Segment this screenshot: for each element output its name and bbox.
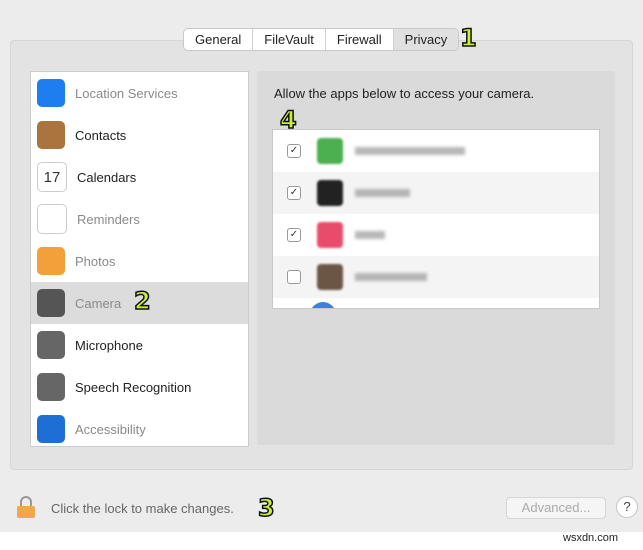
security-privacy-window: General FileVault Firewall Privacy Locat… xyxy=(0,0,643,532)
sidebar-item-label: Speech Recognition xyxy=(75,379,192,395)
app-row: ✓ xyxy=(273,130,599,172)
contacts-book-icon xyxy=(37,121,65,149)
app-name-redacted xyxy=(355,231,385,239)
sidebar-item-microphone[interactable]: Microphone xyxy=(31,324,248,366)
app-row xyxy=(273,256,599,298)
app-icon xyxy=(317,180,343,206)
camera-access-description: Allow the apps below to access your came… xyxy=(274,86,535,101)
sidebar-item-label: Photos xyxy=(75,253,116,269)
app-access-checkbox[interactable]: ✓ xyxy=(287,186,301,200)
sidebar-item-reminders[interactable]: Reminders xyxy=(31,198,248,240)
sidebar-item-label: Camera xyxy=(75,295,122,311)
lock-message: Click the lock to make changes. xyxy=(51,501,234,516)
app-icon xyxy=(317,138,343,164)
photos-flower-icon xyxy=(37,247,65,275)
sidebar-item-label: Accessibility xyxy=(75,421,146,437)
app-row: ✓ xyxy=(273,172,599,214)
tab-bar: General FileVault Firewall Privacy xyxy=(183,28,460,51)
app-row: ✓ xyxy=(273,214,599,256)
sidebar-item-accessibility[interactable]: Accessibility xyxy=(31,408,248,450)
tab-privacy[interactable]: Privacy xyxy=(393,29,459,50)
sidebar-item-calendars[interactable]: 17 Calendars xyxy=(31,156,248,198)
sidebar-item-label: Contacts xyxy=(75,127,127,143)
privacy-category-list: Location Services Contacts 17 Calendars Remi… xyxy=(30,71,249,447)
app-access-checkbox[interactable]: ✓ xyxy=(287,228,301,242)
app-name-redacted xyxy=(355,273,427,281)
watermark: wsxdn.com xyxy=(563,532,619,544)
annotation-1: 1 xyxy=(459,23,477,53)
sidebar-item-photos[interactable]: Photos xyxy=(31,240,248,282)
help-button[interactable]: ? xyxy=(616,496,638,518)
advanced-button[interactable]: Advanced... xyxy=(506,497,606,519)
lock-icon[interactable] xyxy=(15,496,37,518)
reminders-list-icon xyxy=(37,204,67,234)
sidebar-item-speech-recognition[interactable]: Speech Recognition xyxy=(31,366,248,408)
camera-access-pane: Allow the apps below to access your came… xyxy=(257,71,615,445)
camera-icon xyxy=(37,289,65,317)
app-icon xyxy=(317,264,343,290)
sidebar-item-label: Reminders xyxy=(77,211,140,227)
accessibility-icon xyxy=(37,415,65,443)
sidebar-item-label: Calendars xyxy=(77,169,137,185)
app-icon xyxy=(317,222,343,248)
speech-waveform-icon xyxy=(37,373,65,401)
annotation-2: 2 xyxy=(133,286,151,316)
app-name-redacted xyxy=(355,147,465,155)
calendar-icon: 17 xyxy=(37,162,67,192)
sidebar-item-location-services[interactable]: Location Services xyxy=(31,72,248,114)
app-name-redacted xyxy=(355,189,410,197)
tab-firewall[interactable]: Firewall xyxy=(326,29,394,50)
app-access-checkbox[interactable] xyxy=(287,270,301,284)
microphone-waveform-icon xyxy=(37,331,65,359)
sidebar-item-label: Microphone xyxy=(75,337,143,353)
annotation-4: 4 xyxy=(279,105,297,135)
sidebar-item-contacts[interactable]: Contacts xyxy=(31,114,248,156)
app-access-checkbox[interactable]: ✓ xyxy=(287,144,301,158)
sidebar-item-label: Location Services xyxy=(75,85,178,101)
app-list: ✓ ✓ ✓ xyxy=(272,129,600,309)
app-icon xyxy=(310,302,336,308)
annotation-3: 3 xyxy=(257,493,275,523)
location-arrow-icon xyxy=(37,79,65,107)
tab-filevault[interactable]: FileVault xyxy=(253,29,326,50)
tab-general[interactable]: General xyxy=(184,29,254,50)
